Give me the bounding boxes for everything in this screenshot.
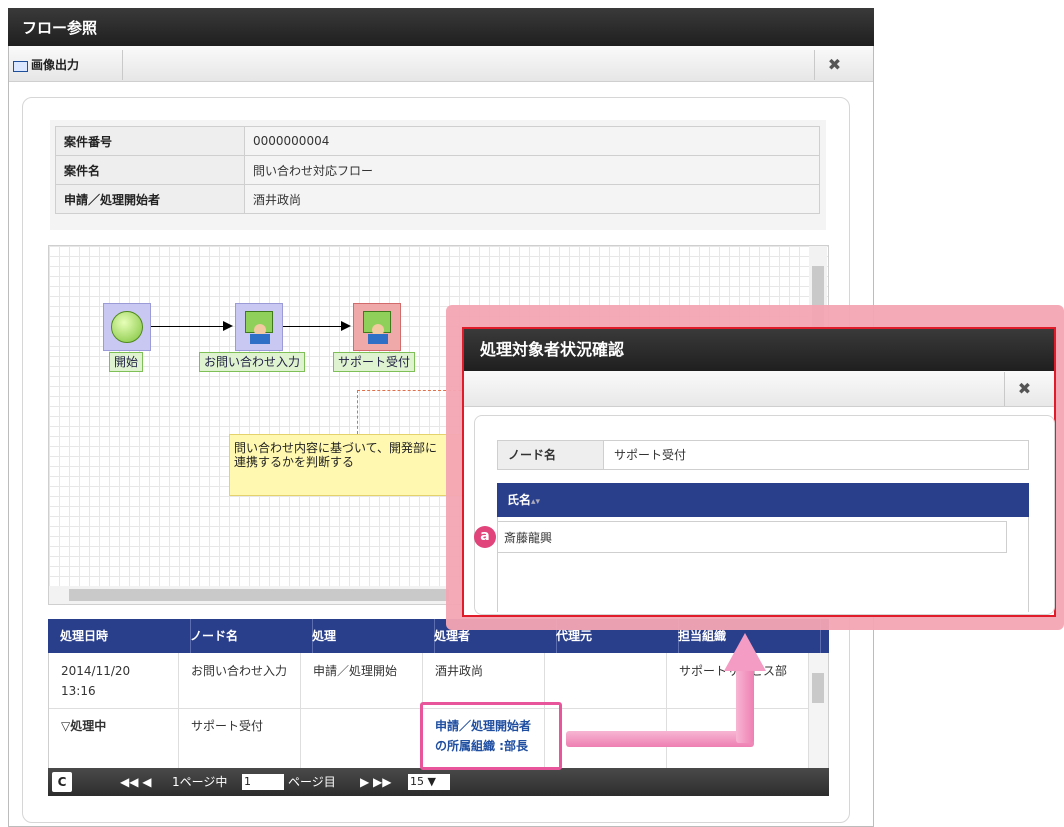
cell-node: お問い合わせ入力 xyxy=(179,653,301,708)
info-row: 申請／処理開始者 酒井政尚 xyxy=(55,184,820,214)
column-header[interactable]: 処理 xyxy=(300,619,435,653)
node-name-value: サポート受付 xyxy=(614,448,687,462)
info-value: 0000000004 xyxy=(244,126,820,156)
info-label: 申請／処理開始者 xyxy=(55,184,245,214)
close-icon[interactable]: ✖ xyxy=(1004,372,1044,406)
info-row: 案件名 問い合わせ対応フロー xyxy=(55,155,820,185)
matter-info-table: 案件番号 0000000004 案件名 問い合わせ対応フロー 申請／処理開始者 … xyxy=(55,126,820,214)
start-node-icon xyxy=(111,311,143,343)
flow-arrow xyxy=(283,321,351,331)
assignee-row[interactable]: 斎藤龍興 xyxy=(497,521,1007,553)
popup-toolbar xyxy=(464,371,1054,407)
annotation-badge: a xyxy=(474,526,496,548)
cell-actor: 酒井政尚 xyxy=(423,653,545,708)
assignee-grid-header[interactable]: 氏名▴▾ xyxy=(497,483,1029,517)
column-header[interactable]: 処理日時 xyxy=(48,619,191,653)
info-label: 案件番号 xyxy=(55,126,245,156)
callout-arrow-horizontal xyxy=(566,731,754,747)
export-image-button[interactable]: 画像出力 xyxy=(11,50,123,80)
node-label-inquiry-input: お問い合わせ入力 xyxy=(199,352,306,372)
cell-action: 申請／処理開始 xyxy=(301,653,423,708)
node-name-label: ノード名 xyxy=(498,441,604,469)
history-scroll-thumb[interactable] xyxy=(812,673,824,703)
dialog-title: フロー参照 xyxy=(8,8,874,46)
support-reception-node[interactable] xyxy=(353,303,401,351)
page-size-select[interactable]: 15 ▼ xyxy=(408,774,450,790)
image-export-icon xyxy=(13,61,28,72)
cell-action xyxy=(301,708,423,768)
user-task-node[interactable] xyxy=(235,303,283,351)
node-label-start: 開始 xyxy=(109,352,144,372)
callout-arrow-vertical xyxy=(736,668,754,743)
cell-node: サポート受付 xyxy=(179,708,301,768)
info-value: 問い合わせ対応フロー xyxy=(244,155,820,185)
page-suffix: ページ目 xyxy=(288,775,336,789)
diagram-horizontal-scroll-thumb[interactable] xyxy=(69,589,449,601)
prev-page-icons[interactable]: ◀◀ ◀ xyxy=(120,768,152,796)
flow-arrow xyxy=(151,321,233,331)
close-icon[interactable]: ✖ xyxy=(814,50,854,80)
cell-date: 2014/11/20 13:16 xyxy=(49,653,179,708)
cell-date: ▽処理中 xyxy=(49,708,179,768)
column-header[interactable]: ノード名 xyxy=(178,619,313,653)
page-prefix: 1ページ中 xyxy=(172,775,228,789)
next-page-icons[interactable]: ▶ ▶▶ xyxy=(360,768,392,796)
callout-arrow-head xyxy=(724,633,766,671)
dialog-toolbar xyxy=(9,46,873,82)
start-node[interactable] xyxy=(103,303,151,351)
info-value: 酒井政尚 xyxy=(244,184,820,214)
page-number-input[interactable]: 1 xyxy=(242,774,284,790)
sort-icon[interactable]: ▴▾ xyxy=(531,497,540,507)
export-image-label: 画像出力 xyxy=(31,58,80,72)
actor-highlight-box xyxy=(420,702,562,770)
table-row[interactable]: 2014/11/20 13:16 お問い合わせ入力 申請／処理開始 酒井政尚 サ… xyxy=(49,653,809,709)
info-row: 案件番号 0000000004 xyxy=(55,126,820,156)
node-label-support-reception: サポート受付 xyxy=(333,352,416,372)
node-name-field: ノード名 サポート受付 xyxy=(497,440,1029,470)
history-vertical-scrollbar[interactable] xyxy=(808,653,828,768)
cell-proxy xyxy=(545,653,667,708)
name-column-header[interactable]: 氏名 xyxy=(507,493,531,507)
info-label: 案件名 xyxy=(55,155,245,185)
popup-title: 処理対象者状況確認 xyxy=(464,329,1054,371)
refresh-icon[interactable]: C xyxy=(52,772,72,792)
pager-bar: C ◀◀ ◀ 1ページ中 1 ページ目 ▶ ▶▶ 15 ▼ xyxy=(48,768,829,796)
